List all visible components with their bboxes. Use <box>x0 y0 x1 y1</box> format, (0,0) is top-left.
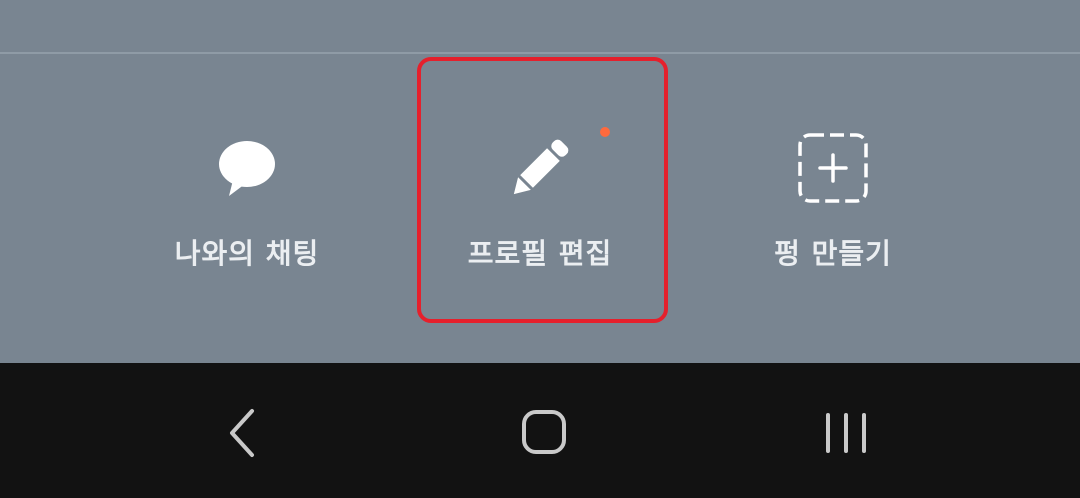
profile-action-panel: 나와의 채팅 프로필 편집 펑 만들기 <box>0 0 1080 363</box>
home-icon[interactable] <box>503 393 583 473</box>
back-icon[interactable] <box>202 393 282 473</box>
chat-bubble-icon <box>219 141 275 196</box>
create-pung-button[interactable]: 펑 만들기 <box>713 100 953 290</box>
my-chat-label: 나와의 채팅 <box>174 237 320 270</box>
highlight-box <box>417 57 668 323</box>
my-chat-button[interactable]: 나와의 채팅 <box>127 100 367 290</box>
panel-divider <box>0 52 1080 54</box>
dashed-plus-square-icon <box>798 133 868 203</box>
create-pung-label: 펑 만들기 <box>774 237 892 270</box>
system-nav-bar <box>0 363 1080 498</box>
recents-icon[interactable] <box>806 393 886 473</box>
